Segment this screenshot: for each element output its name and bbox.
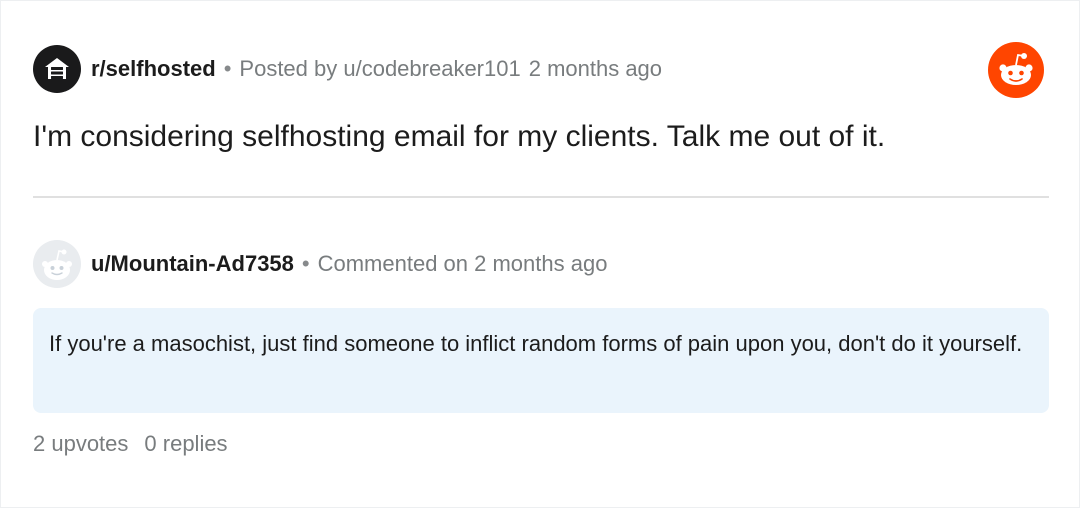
- post-header: r/selfhosted • Posted by u/codebreaker10…: [33, 45, 662, 93]
- post-meta: Posted by u/codebreaker101 2 months ago: [239, 56, 662, 82]
- comment-header: u/Mountain-Ad7358 • Commented on 2 month…: [33, 239, 607, 289]
- avatar[interactable]: [33, 240, 81, 288]
- meta-separator: •: [301, 251, 310, 276]
- reddit-logo-icon[interactable]: [988, 42, 1044, 98]
- comment-meta: Commented on 2 months ago: [317, 251, 608, 276]
- post-title[interactable]: I'm considering selfhosting email for my…: [33, 117, 1033, 157]
- subreddit-name[interactable]: r/selfhosted: [91, 56, 216, 82]
- posted-by[interactable]: Posted by u/codebreaker101: [239, 56, 520, 81]
- subreddit-icon[interactable]: [33, 45, 81, 93]
- reddit-embed-card: r/selfhosted • Posted by u/codebreaker10…: [0, 0, 1080, 508]
- upvote-count: 2 upvotes: [33, 431, 129, 456]
- meta-separator: •: [223, 56, 232, 81]
- reply-count[interactable]: 0 replies: [144, 431, 227, 457]
- divider: [33, 196, 1049, 198]
- comment-author[interactable]: u/Mountain-Ad7358: [91, 251, 294, 277]
- server-house-icon: [45, 58, 69, 79]
- default-avatar-icon: [33, 240, 81, 288]
- comment-body: If you're a masochist, just find someone…: [33, 308, 1049, 413]
- comment-stats: 2 upvotes 0 replies: [33, 431, 228, 457]
- post-time: 2 months ago: [528, 56, 663, 81]
